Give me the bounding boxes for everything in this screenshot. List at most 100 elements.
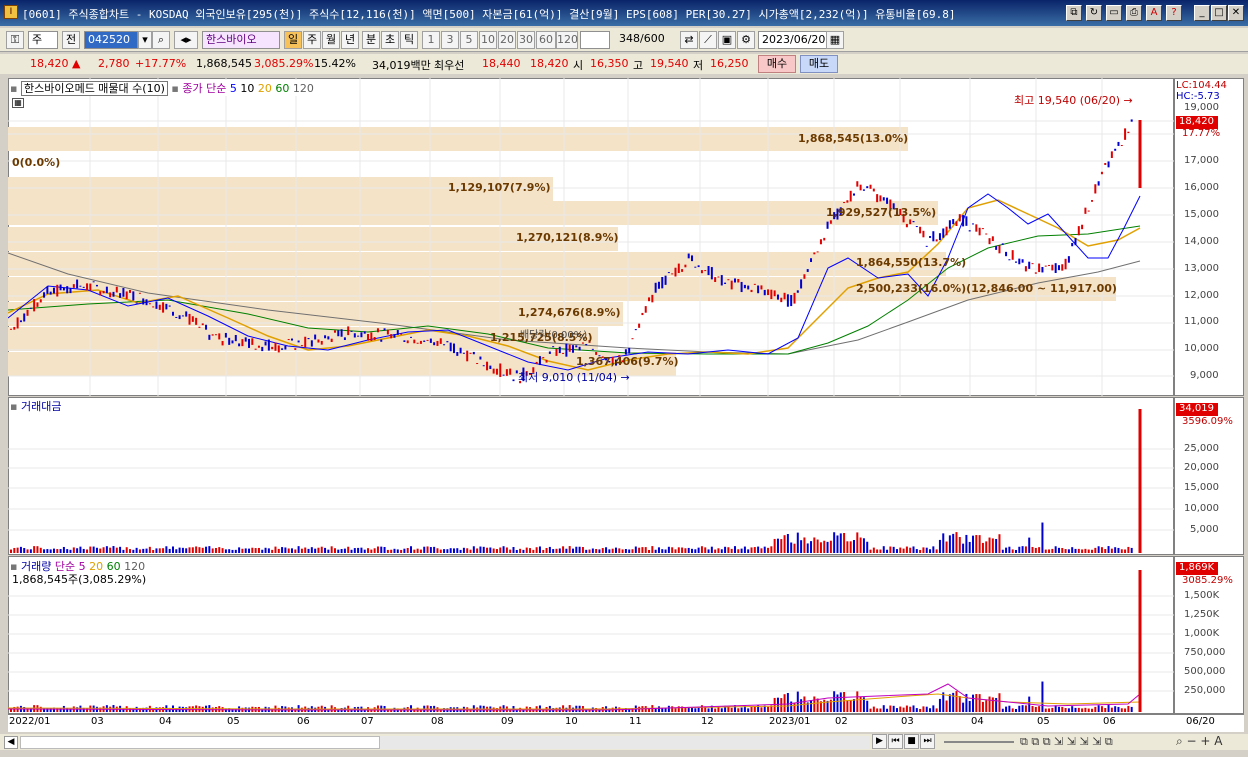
- help-icon[interactable]: ?: [1166, 5, 1182, 21]
- amount-bar: [839, 533, 842, 553]
- candle: [972, 223, 975, 225]
- amount-bar: [221, 548, 224, 553]
- amount-bar: [162, 548, 165, 553]
- print-icon[interactable]: ⎙: [1126, 5, 1142, 21]
- candle: [231, 340, 234, 344]
- refresh-icon[interactable]: ↻: [1086, 5, 1102, 21]
- scroll-thumb[interactable]: [380, 736, 870, 749]
- speed-slider[interactable]: [944, 741, 1014, 743]
- stock-name-field[interactable]: 한스바이오: [202, 31, 280, 49]
- calendar-icon[interactable]: ▦: [826, 31, 844, 49]
- candle: [281, 348, 284, 350]
- fast-forward-icon[interactable]: ⏭: [920, 734, 935, 749]
- amount-bar: [674, 549, 677, 553]
- code-dropdown-icon[interactable]: ▾: [138, 31, 152, 49]
- rewind-icon[interactable]: ⏮: [888, 734, 903, 749]
- tool-icons[interactable]: ⧉ ⧉ ⧉ ⇲ ⇲ ⇲ ⇲ ⧉: [1020, 735, 1113, 749]
- period-second[interactable]: 초: [381, 31, 399, 49]
- candle: [72, 284, 75, 288]
- amount-bar: [314, 548, 317, 553]
- buy-button[interactable]: 매수: [758, 55, 796, 73]
- date-input[interactable]: 2023/06/20: [758, 31, 828, 49]
- candle: [641, 312, 644, 316]
- candle: [796, 290, 799, 293]
- interval-1[interactable]: 1: [422, 31, 440, 49]
- minimize-button[interactable]: _: [1194, 5, 1210, 21]
- play-icon[interactable]: ▶: [872, 734, 887, 749]
- candle: [763, 289, 766, 296]
- candle: [257, 345, 260, 348]
- market-type-select[interactable]: 주: [28, 31, 58, 49]
- volume-bar: [962, 702, 965, 712]
- period-week[interactable]: 주: [303, 31, 321, 49]
- amount-bar: [856, 532, 859, 553]
- candle: [727, 279, 730, 281]
- lock-icon[interactable]: ⚿: [6, 31, 24, 49]
- candle: [720, 275, 723, 286]
- stop-icon[interactable]: ■: [904, 734, 919, 749]
- period-year[interactable]: 년: [341, 31, 359, 49]
- custom-interval-input[interactable]: [580, 31, 610, 49]
- volume-bar: [843, 692, 846, 712]
- font-icon[interactable]: A: [1146, 5, 1162, 21]
- amount-bar: [393, 548, 396, 553]
- amount-bar: [588, 549, 591, 553]
- table-icon[interactable]: ▦: [12, 98, 24, 108]
- amount-bar: [664, 549, 667, 553]
- amount-bar: [849, 541, 852, 553]
- candle: [59, 284, 62, 291]
- band-label: 1,929,527(13.5%): [826, 206, 937, 219]
- candle: [998, 245, 1001, 254]
- volume-bar: [1008, 705, 1011, 712]
- stock-code-input[interactable]: 042520: [84, 31, 138, 49]
- search-icon[interactable]: ⌕: [152, 31, 170, 49]
- amount-bar: [985, 541, 988, 553]
- period-tick[interactable]: 틱: [400, 31, 418, 49]
- interval-20[interactable]: 20: [498, 31, 516, 49]
- interval-30[interactable]: 30: [517, 31, 535, 49]
- window-icon[interactable]: ▭: [1106, 5, 1122, 21]
- amount-bar: [578, 546, 581, 553]
- line-tool-icon[interactable]: ⟋: [699, 31, 717, 49]
- scroll-left-icon[interactable]: ◀: [4, 736, 18, 749]
- candle: [591, 348, 594, 350]
- interval-120[interactable]: 120: [556, 31, 578, 49]
- sell-button[interactable]: 매도: [800, 55, 838, 73]
- settings-icon[interactable]: ⚙: [737, 31, 755, 49]
- sound-icon[interactable]: ◂▸: [174, 31, 198, 49]
- save-icon[interactable]: ▣: [718, 31, 736, 49]
- period-day[interactable]: 일: [284, 31, 302, 49]
- volume-bar: [925, 706, 928, 712]
- trade-amount: 34,019백만: [372, 59, 431, 72]
- volume-bar: [988, 696, 991, 712]
- interval-10[interactable]: 10: [479, 31, 497, 49]
- candle: [410, 336, 413, 338]
- amount-bar: [102, 547, 105, 553]
- amount-bar: [704, 547, 707, 553]
- x-tick: 02: [835, 716, 848, 727]
- candle: [69, 288, 72, 294]
- interval-5[interactable]: 5: [460, 31, 478, 49]
- scroll-track[interactable]: [20, 736, 380, 749]
- interval-3[interactable]: 3: [441, 31, 459, 49]
- amount-bar: [234, 549, 237, 553]
- close-button[interactable]: ✕: [1228, 5, 1244, 21]
- chart-tool-icon[interactable]: ⇄: [680, 31, 698, 49]
- interval-60[interactable]: 60: [536, 31, 556, 49]
- candle: [218, 333, 221, 340]
- period-minute[interactable]: 분: [362, 31, 380, 49]
- candle: [436, 340, 439, 346]
- candle: [82, 286, 85, 288]
- candle: [49, 291, 52, 295]
- prev-button[interactable]: 전: [62, 31, 80, 49]
- amount-bar: [443, 549, 446, 553]
- volume-bar: [856, 691, 859, 712]
- candle: [1084, 207, 1087, 214]
- amount-bar: [932, 546, 935, 553]
- period-month[interactable]: 월: [322, 31, 340, 49]
- link-icon[interactable]: ⧉: [1066, 5, 1082, 21]
- candle: [879, 195, 882, 202]
- amount-bar: [29, 549, 32, 553]
- maximize-button[interactable]: □: [1211, 5, 1227, 21]
- zoom-icons[interactable]: ⌕ − + A: [1176, 734, 1222, 749]
